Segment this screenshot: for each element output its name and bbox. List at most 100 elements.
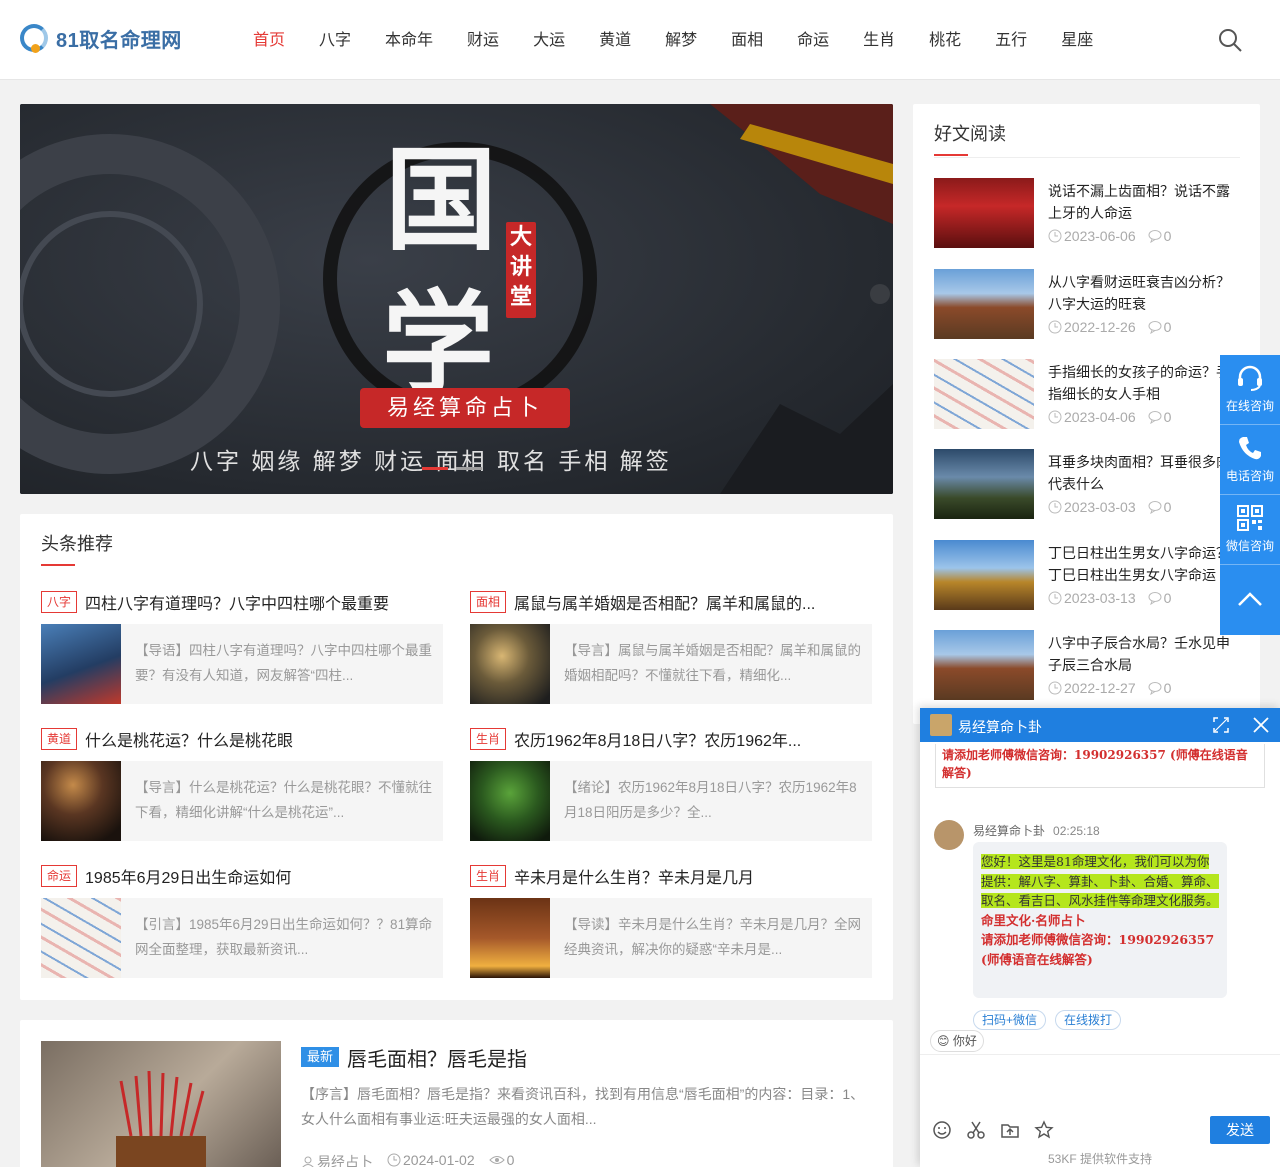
category-tag[interactable]: 八字: [41, 591, 78, 613]
message-time: 02:25:18: [1053, 824, 1100, 838]
article-views-value: 0: [506, 1152, 515, 1167]
title-underline: [934, 154, 968, 156]
headline-item[interactable]: 面相 属鼠与属羊婚姻是否相配？属羊和属鼠的... 【导言】属鼠与属羊婚姻是否相配？…: [470, 590, 872, 707]
headline-thumbnail[interactable]: [41, 761, 121, 841]
wechat-consult-button[interactable]: 微信咨询: [1220, 495, 1280, 565]
sidebar-thumbnail[interactable]: [934, 449, 1034, 519]
nav-item-huangdao[interactable]: 黄道: [582, 0, 648, 80]
article-author[interactable]: 易经占卜: [301, 1152, 373, 1167]
nav-item-caiyun[interactable]: 财运: [450, 0, 516, 80]
headline-item[interactable]: 生肖 辛未月是什么生肖？辛未月是几月 【导读】辛未月是什么生肖？辛未月是几月？全网…: [470, 864, 872, 981]
headline-title[interactable]: 1985年6月29日出生命运如何: [85, 864, 291, 888]
nav-item-benmingnian[interactable]: 本命年: [368, 0, 450, 80]
phone-consult-button[interactable]: 电话咨询: [1220, 425, 1280, 495]
send-button[interactable]: 发送: [1210, 1116, 1270, 1144]
article-title[interactable]: 唇毛面相？唇毛是指: [347, 1043, 527, 1072]
headline-thumbnail[interactable]: [41, 898, 121, 978]
category-tag[interactable]: 面相: [470, 591, 507, 613]
headline-item[interactable]: 命运 1985年6月29日出生命运如何 【引言】1985年6月29日出生命运如何？…: [41, 864, 443, 981]
sidebar-comments: 0: [1163, 680, 1172, 696]
banner-pagination[interactable]: [422, 467, 482, 470]
sidebar-article[interactable]: 手指细长的女孩子的命运？手指细长的女人手相 2023-04-06 0: [934, 359, 1244, 429]
headline-title[interactable]: 属鼠与属羊婚姻是否相配？属羊和属鼠的...: [514, 590, 815, 614]
user-icon: [302, 1156, 314, 1167]
category-tag[interactable]: 生肖: [470, 865, 507, 887]
category-tag[interactable]: 命运: [41, 865, 78, 887]
comment-icon: [1148, 592, 1162, 605]
quick-reply-scan-wechat[interactable]: 扫码+微信: [973, 1010, 1047, 1030]
chat-message-header: 易经算命卜卦 02:25:18: [973, 822, 1100, 839]
nav-item-mianxiang[interactable]: 面相: [714, 0, 780, 80]
sidebar-article-title[interactable]: 八字中子辰合水局？壬水见申子辰三合水局: [1048, 632, 1238, 676]
sidebar-thumbnail[interactable]: [934, 359, 1034, 429]
maximize-icon[interactable]: [1212, 716, 1230, 734]
sidebar-article-title[interactable]: 手指细长的女孩子的命运？手指细长的女人手相: [1048, 361, 1238, 405]
sidebar-thumbnail[interactable]: [934, 178, 1034, 248]
category-tag[interactable]: 黄道: [41, 728, 78, 750]
article-thumbnail[interactable]: [41, 1041, 281, 1167]
sidebar-thumbnail[interactable]: [934, 540, 1034, 610]
headline-thumbnail[interactable]: [470, 761, 550, 841]
headline-title[interactable]: 辛未月是什么生肖？辛未月是几月: [514, 864, 754, 888]
sidebar-article-title[interactable]: 耳垂多块肉面相？耳垂很多肉代表什么: [1048, 451, 1238, 495]
nav-item-shengxiao[interactable]: 生肖: [846, 0, 912, 80]
headline-title[interactable]: 什么是桃花运？什么是桃花眼: [85, 727, 293, 751]
nav-item-bazi[interactable]: 八字: [302, 0, 368, 80]
banner-dot-1[interactable]: [422, 467, 448, 470]
sidebar-article-title[interactable]: 从八字看财运旺衰吉凶分析？八字大运的旺衰: [1048, 271, 1238, 315]
headline-desc: 【导言】什么是桃花运？什么是桃花眼？不懂就往下看，精细化讲解“什么是桃花运”..…: [135, 780, 432, 820]
scissors-icon[interactable]: [966, 1120, 986, 1140]
nav-item-taohua[interactable]: 桃花: [912, 0, 978, 80]
back-to-top-button[interactable]: [1220, 565, 1280, 635]
close-icon[interactable]: [1252, 716, 1270, 734]
article-card[interactable]: 最新 唇毛面相？唇毛是指 【序言】唇毛面相？唇毛是指？来看资讯百科，找到有用信息…: [20, 1020, 893, 1167]
headline-thumbnail[interactable]: [41, 624, 121, 704]
nav-item-mingyun[interactable]: 命运: [780, 0, 846, 80]
headline-thumbnail[interactable]: [470, 624, 550, 704]
emoji-icon[interactable]: [932, 1120, 952, 1140]
category-tag[interactable]: 生肖: [470, 728, 507, 750]
headline-item[interactable]: 八字 四柱八字有道理吗？八字中四柱哪个最重要 【导语】四柱八字有道理吗？八字中四柱…: [41, 590, 443, 707]
star-icon[interactable]: [1034, 1120, 1054, 1140]
headline-thumbnail[interactable]: [470, 898, 550, 978]
comment-icon: [1148, 501, 1162, 514]
search-icon[interactable]: [1216, 26, 1244, 54]
quick-hello-button[interactable]: 😊 你好: [930, 1030, 984, 1052]
nav-item-xingzuo[interactable]: 星座: [1044, 0, 1110, 80]
headline-item[interactable]: 生肖 农历1962年8月18日八字？农历1962年... 【绪论】农历1962年8…: [470, 727, 872, 844]
sidebar-article[interactable]: 说话不漏上齿面相？说话不露上牙的人命运 2023-06-06 0: [934, 178, 1244, 248]
quick-reply-call[interactable]: 在线拨打: [1055, 1010, 1122, 1030]
clock-icon: [387, 1153, 401, 1167]
sidebar-article-title[interactable]: 说话不漏上齿面相？说话不露上牙的人命运: [1048, 180, 1238, 224]
sidebar-article[interactable]: 从八字看财运旺衰吉凶分析？八字大运的旺衰 2022-12-26 0: [934, 269, 1244, 339]
sidebar-article[interactable]: 耳垂多块肉面相？耳垂很多肉代表什么 2023-03-03 0: [934, 449, 1244, 519]
headline-title[interactable]: 四柱八字有道理吗？八字中四柱哪个最重要: [85, 590, 389, 614]
clock-icon: [1048, 229, 1062, 243]
chat-header[interactable]: 易经算命卜卦: [920, 708, 1280, 742]
site-logo[interactable]: 81取名命理网: [20, 22, 182, 54]
headline-item[interactable]: 黄道 什么是桃花运？什么是桃花眼 【导言】什么是桃花运？什么是桃花眼？不懂就往下看…: [41, 727, 443, 844]
online-consult-button[interactable]: 在线咨询: [1220, 355, 1280, 425]
chat-toolbar: [932, 1120, 1054, 1140]
sidebar-thumbnail[interactable]: [934, 630, 1034, 700]
sidebar-article[interactable]: 八字中子辰合水局？壬水见申子辰三合水局 2022-12-27 0: [934, 630, 1244, 700]
new-badge: 最新: [301, 1047, 340, 1067]
clock-icon: [1048, 591, 1062, 605]
nav-item-wuxing[interactable]: 五行: [978, 0, 1044, 80]
chat-notice: 请添加老师傅微信咨询：19902926357 (师傅在线语音解答): [935, 744, 1265, 788]
sidebar-article-title[interactable]: 丁巳日柱出生男女八字命运？丁巳日柱出生男女八字命运: [1048, 542, 1238, 586]
article-date-value: 2024-01-02: [403, 1152, 475, 1167]
clock-icon: [1048, 410, 1062, 424]
nav-item-home[interactable]: 首页: [236, 0, 302, 80]
headline-title[interactable]: 农历1962年8月18日八字？农历1962年...: [514, 727, 801, 751]
hero-banner[interactable]: 国 学 大讲堂 易经算命占卜 八字 姻缘 解梦 财运 面相 取名 手相 解签: [20, 104, 893, 494]
nav-item-dayun[interactable]: 大运: [516, 0, 582, 80]
sidebar-article[interactable]: 丁巳日柱出生男女八字命运？丁巳日柱出生男女八字命运 2023-03-13 0: [934, 540, 1244, 610]
nav-item-jiemeng[interactable]: 解梦: [648, 0, 714, 80]
sidebar-thumbnail[interactable]: [934, 269, 1034, 339]
chat-input[interactable]: [920, 1055, 1280, 1115]
chat-footer-credit: 53KF 提供软件支持: [1047, 1152, 1153, 1166]
folder-upload-icon[interactable]: [1000, 1120, 1020, 1140]
banner-dot-2[interactable]: [456, 467, 482, 470]
site-header: 81取名命理网 首页 八字 本命年 财运 大运 黄道 解梦 面相 命运 生肖 桃…: [0, 0, 1280, 80]
